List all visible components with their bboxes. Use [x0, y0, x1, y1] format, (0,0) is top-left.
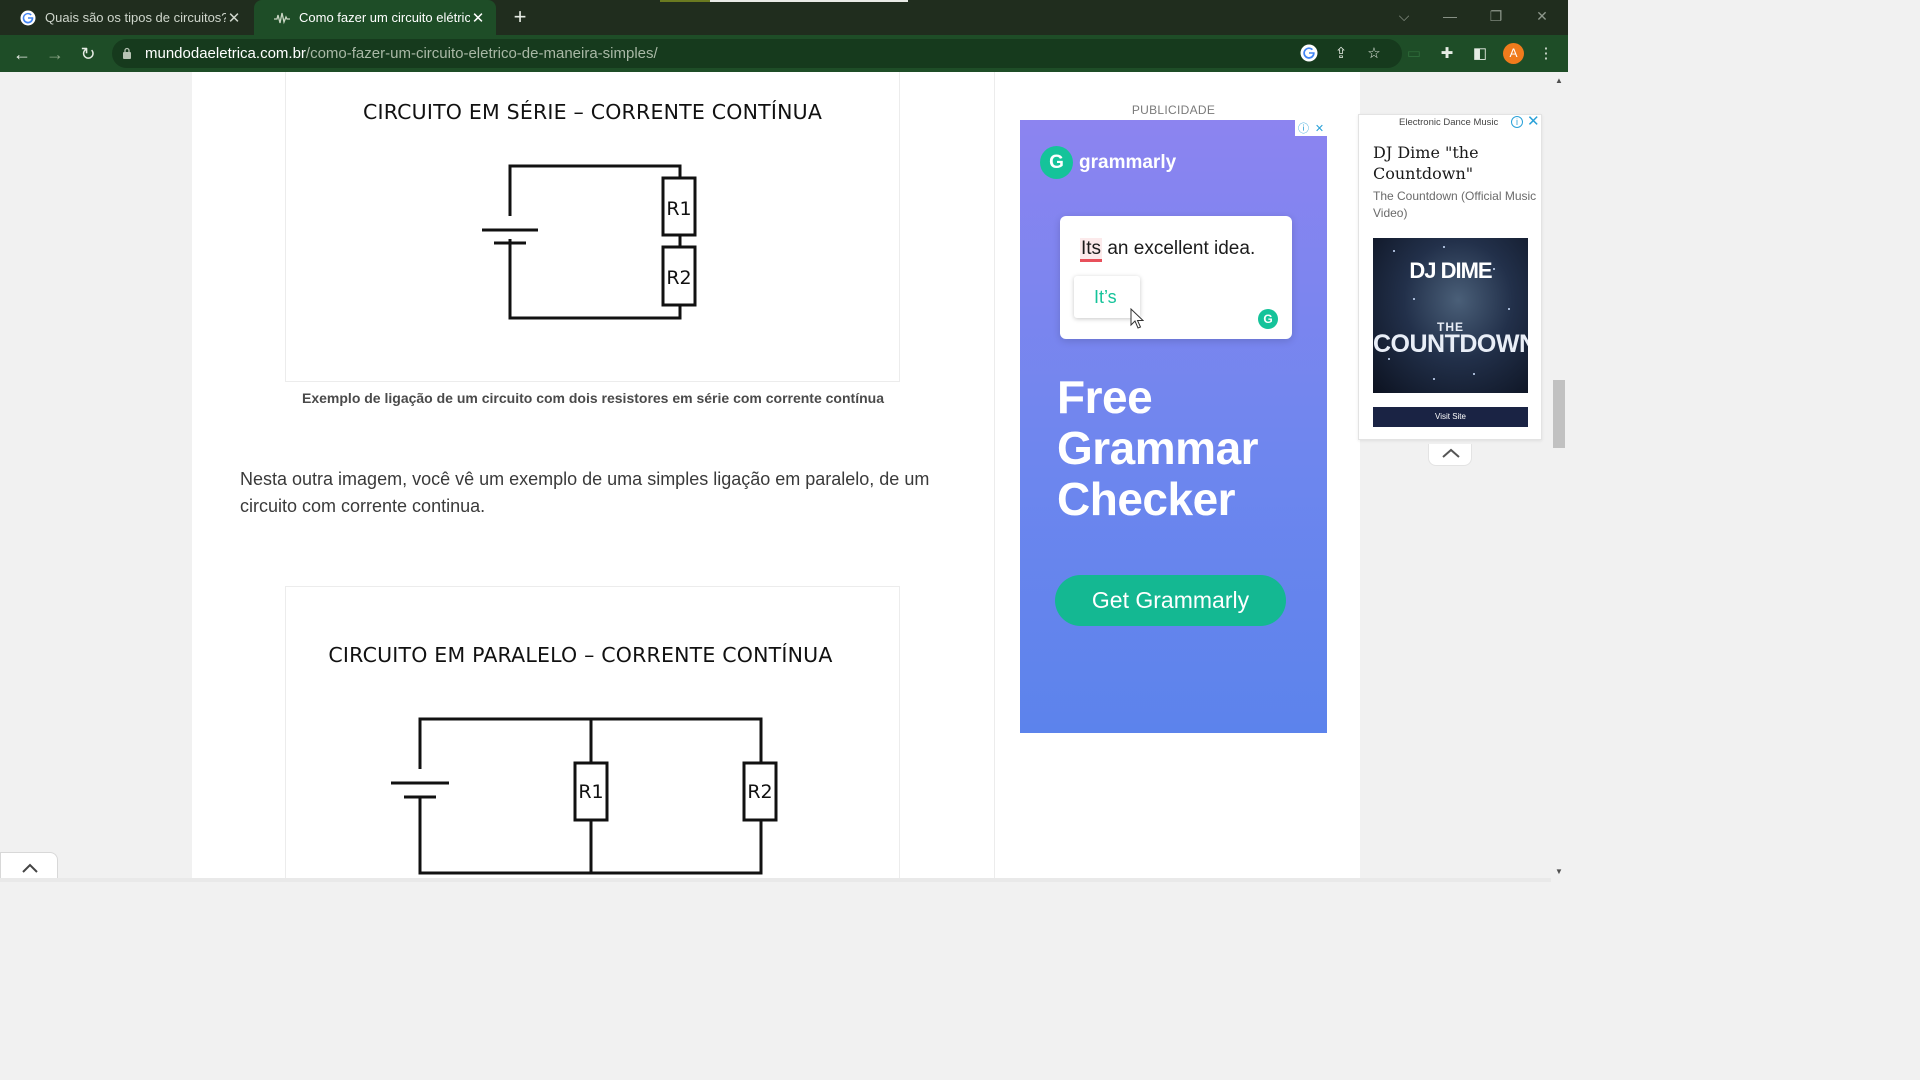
scroll-down-arrow-icon[interactable]: ▼ [1555, 867, 1563, 876]
forward-arrow-icon[interactable]: → [43, 42, 67, 66]
google-favicon-icon [20, 10, 36, 26]
close-window-button[interactable]: ✕ [1519, 0, 1565, 35]
example-sentence: Its an excellent idea. [1080, 238, 1256, 262]
restore-button[interactable]: ❐ [1473, 0, 1519, 35]
video-ad-header: Electronic Dance Music i ✕ [1359, 114, 1541, 131]
resistor-label-r1: R1 [666, 198, 691, 220]
tab-close-icon[interactable]: ✕ [470, 9, 486, 27]
share-icon[interactable]: ⇪ [1331, 44, 1351, 64]
error-word: Its [1080, 238, 1103, 262]
mouse-cursor-icon [1130, 308, 1144, 329]
video-thumbnail[interactable]: DJ DIME THE COUNTDOWN [1373, 238, 1528, 393]
article-paragraph: Nesta outra imagem, você vê um exemplo d… [240, 469, 930, 516]
ad-headline: Free Grammar Checker [1057, 371, 1259, 525]
grammarly-ad[interactable]: ⓘ ✕ G grammarly Its an excellent idea. I… [1020, 120, 1327, 733]
resistor-label-r2: R2 [747, 781, 772, 803]
figure-caption: Exemplo de ligação de um circuito com do… [302, 390, 884, 406]
ad-close-icon[interactable]: ✕ [1527, 114, 1540, 130]
resistor-label-r1: R1 [578, 781, 603, 803]
tab-title: Como fazer um circuito elétrico d [299, 10, 470, 25]
tab-close-icon[interactable]: ✕ [226, 9, 242, 27]
address-bar[interactable]: mundodaeletrica.com.br/como-fazer-um-cir… [112, 39, 1402, 68]
ad-info-icon[interactable]: ⓘ [1298, 120, 1309, 136]
cast-icon[interactable]: ▭ [1404, 44, 1424, 64]
video-subtitle: The Countdown (Official Music Video) [1373, 189, 1537, 220]
thumb-line-1: DJ DIME [1409, 258, 1492, 283]
ad-label: PUBLICIDADE [1131, 103, 1216, 117]
scroll-thumb[interactable] [1553, 380, 1565, 448]
tab-search-chevron-icon[interactable]: ⌵ [1381, 0, 1427, 35]
scroll-up-arrow-icon[interactable]: ▲ [1555, 76, 1563, 85]
url-path: /como-fazer-um-circuito-eletrico-de-mane… [305, 45, 658, 62]
reload-icon[interactable]: ↻ [76, 42, 100, 66]
series-circuit-figure: CIRCUITO EM SÉRIE – CORRENTE CONTÍNUA R1… [285, 72, 900, 382]
brand-name: grammarly [1079, 151, 1177, 173]
video-ad-collapse-button[interactable] [1428, 444, 1472, 466]
get-grammarly-button[interactable]: Get Grammarly [1055, 575, 1286, 626]
parallel-circuit-diagram: R1 R2 [391, 717, 778, 875]
grammarly-logo-icon: G [1040, 146, 1073, 179]
ad-info-icon[interactable]: i [1511, 116, 1523, 128]
grammarly-brand: G grammarly [1040, 146, 1176, 179]
bookmark-star-icon[interactable]: ☆ [1364, 44, 1384, 64]
sidebar-divider [994, 72, 995, 882]
video-title: DJ Dime "the Countdown" [1373, 143, 1479, 183]
new-tab-button[interactable]: + [508, 5, 532, 29]
profile-avatar[interactable]: A [1503, 43, 1524, 64]
page-viewport: CIRCUITO EM SÉRIE – CORRENTE CONTÍNUA R1… [0, 72, 1568, 882]
visit-site-button[interactable]: Visit Site [1373, 407, 1528, 427]
vertical-scrollbar[interactable]: ▲ ▼ [1551, 72, 1568, 882]
tab-strip-highlight-accent [660, 0, 710, 2]
side-panel-icon[interactable]: ◧ [1470, 44, 1490, 64]
kebab-menu-icon[interactable]: ⋮ [1536, 44, 1556, 64]
tab-title: Quais são os tipos de circuitos? - [45, 10, 226, 25]
lock-icon [123, 47, 131, 59]
tab-strip: Quais são os tipos de circuitos? - ✕ Com… [0, 0, 1568, 35]
minimize-button[interactable]: — [1427, 0, 1473, 35]
video-ad[interactable]: Electronic Dance Music i ✕ DJ Dime "the … [1358, 114, 1542, 440]
url-domain: mundodaeletrica.com.br [145, 45, 306, 62]
grammarly-badge-icon: G [1258, 309, 1278, 329]
url-text: mundodaeletrica.com.br/como-fazer-um-cir… [145, 45, 658, 62]
parallel-circuit-figure: CIRCUITO EM PARALELO – CORRENTE CONTÍNUA… [285, 586, 900, 882]
tab-quais-sao-os-tipos[interactable]: Quais são os tipos de circuitos? - ✕ [0, 0, 252, 35]
back-arrow-icon[interactable]: ← [10, 42, 34, 66]
ad-close-icon[interactable]: ✕ [1315, 122, 1324, 135]
chevron-up-icon [22, 863, 38, 873]
bottom-edge [0, 878, 1551, 882]
chevron-up-icon [1442, 448, 1460, 458]
thumb-line-3: COUNTDOWN [1373, 330, 1528, 358]
waveform-favicon-icon [274, 10, 290, 26]
ad-category: Electronic Dance Music [1399, 117, 1499, 128]
google-lens-icon[interactable] [1299, 44, 1319, 64]
extensions-puzzle-icon[interactable]: ✚ [1437, 44, 1457, 64]
tab-como-fazer-um-circuito[interactable]: Como fazer um circuito elétrico d ✕ [254, 0, 496, 35]
sentence-rest: an excellent idea. [1102, 238, 1256, 259]
ad-choices[interactable]: ⓘ ✕ [1295, 120, 1327, 136]
resistor-label-r2: R2 [666, 267, 691, 289]
example-card: Its an excellent idea. It’s G [1060, 216, 1292, 339]
series-circuit-diagram: R1 R2 [482, 164, 697, 320]
browser-toolbar: ← → ↻ mundodaeletrica.com.br/como-fazer-… [0, 35, 1568, 72]
